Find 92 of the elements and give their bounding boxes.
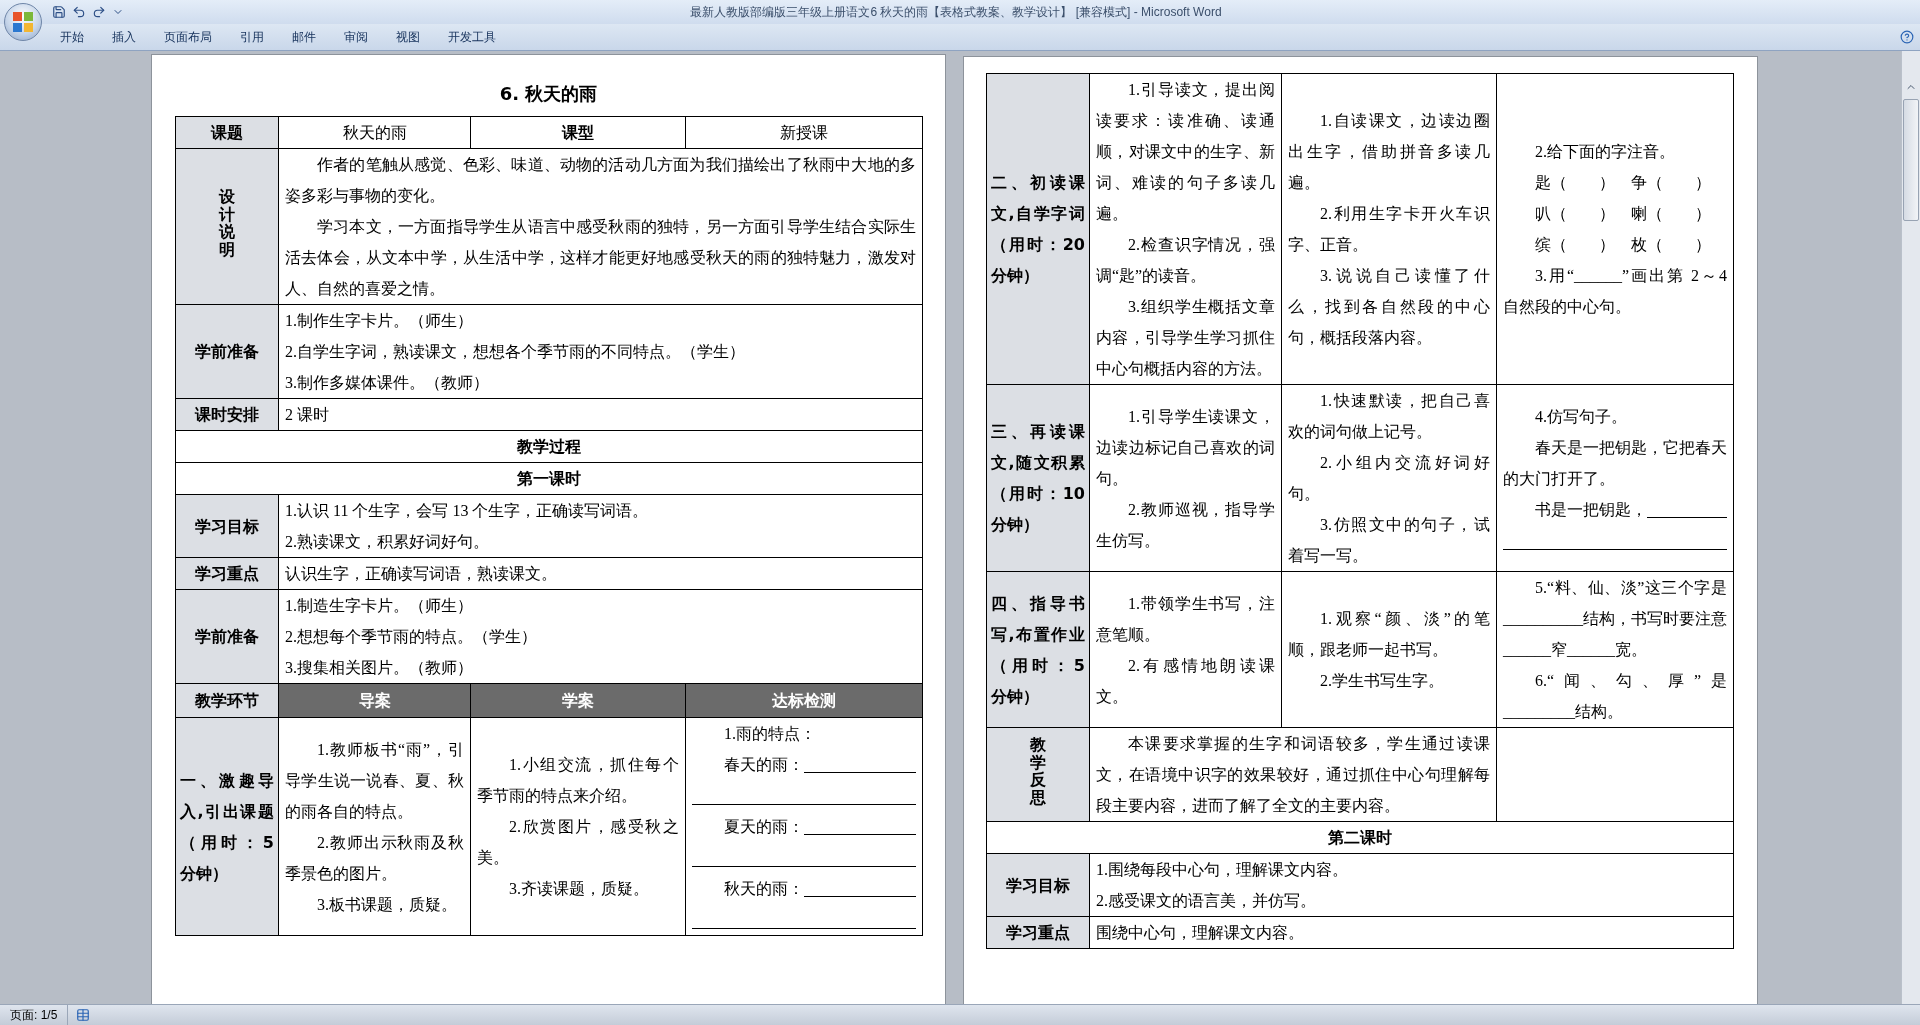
- cell-text: 叭（ ） 喇（ ）: [1534, 204, 1712, 224]
- cell-text: 作者的笔触从感觉、色彩、味道、动物的活动几方面为我们描绘出了秋雨中大地的多姿多彩与事物的变化。: [285, 155, 916, 206]
- section-heading: 第二课时: [986, 821, 1734, 854]
- cell-text: 2.熟读课文，积累好词好句。: [285, 532, 490, 552]
- row-label: 学前准备: [175, 304, 279, 399]
- cell-text: 春天的雨：: [724, 755, 804, 775]
- cell-text: 1.制作生字卡片。（师生）: [285, 311, 474, 331]
- cell-text: 2 课时: [285, 405, 330, 425]
- cell-text: 3.搜集相关图片。（教师）: [285, 658, 474, 678]
- cell-text: 5.“料、仙、淡”这三个字是__________结构，书写时要注意______窄______宽。: [1503, 578, 1727, 660]
- row-label: 学习重点: [175, 557, 279, 590]
- row-label: 设计说明: [175, 148, 279, 305]
- cell-text: 3.齐读课题，质疑。: [508, 879, 650, 899]
- undo-icon[interactable]: [72, 5, 86, 19]
- column-header: 学案: [470, 683, 686, 718]
- cell-text: 1.引导读文，提出阅读要求：读准确、读通顺，对课文中的生字、新词、难读的句子多读几遍。: [1096, 80, 1275, 224]
- cell-text: 学习本文，一方面指导学生从语言中感受秋雨的独特，另一方面引导学生结合实际生活去体会，从文本中学，从生活中学，这样才能更好地感受秋天的雨的独特魅力，激发对人、自然的喜爱之情。: [285, 217, 916, 299]
- cell-text: 1.雨的特点：: [723, 724, 817, 744]
- cell-text: 2.教师巡视，指导学生仿写。: [1096, 499, 1275, 551]
- window-title: 最新人教版部编版三年级上册语文6 秋天的雨【表格式教案、教学设计】 [兼容模式] - Microsoft Word: [689, 3, 1223, 21]
- row-label: 学前准备: [175, 589, 279, 684]
- cell-text: 1.快速默读，把自己喜欢的词句做上记号。: [1288, 391, 1490, 442]
- ribbon-tab[interactable]: 开发工具: [434, 26, 510, 48]
- cell-text: 2.想想每个季节雨的特点。（学生）: [285, 627, 538, 647]
- office-logo-icon: [12, 11, 34, 33]
- cell-text: 2.小组内交流好词好句。: [1288, 453, 1490, 504]
- section-heading: 第一课时: [175, 462, 923, 495]
- cell-text: 2.感受课文的语言美，并仿写。: [1096, 891, 1317, 911]
- cell-text: 匙（ ） 争（ ）: [1534, 173, 1712, 193]
- ribbon-tab[interactable]: 插入: [98, 26, 150, 48]
- cell-text: 本课要求掌握的生字和词语较多，学生通过读课文，在语境中识字的效果较好，通过抓住中心句理解每段主要内容，进而了解了全文的主要内容。: [1096, 734, 1490, 816]
- cell-text: 缤（ ） 枚（ ）: [1534, 235, 1712, 255]
- table-cell: 新授课: [685, 116, 923, 149]
- cell-text: 2.教师出示秋雨及秋季景色的图片。: [285, 832, 464, 884]
- cell-text: 3.制作多媒体课件。（教师）: [285, 373, 490, 393]
- ribbon-tab[interactable]: 页面布局: [150, 26, 226, 48]
- cell-text: 1.围绕每段中心句，理解课文内容。: [1096, 860, 1349, 880]
- cell-text: 春天是一把钥匙，它把春天的大门打开了。: [1503, 437, 1727, 489]
- cell-text: 1.教师板书“雨”，引导学生说一说春、夏、秋的雨各自的特点。: [285, 739, 464, 822]
- cell-text: 3.组织学生概括文章内容，引导学生学习抓住中心句概括内容的方法。: [1096, 297, 1275, 379]
- row-label: 二、初读课文,自学字词（用时：20 分钟）: [986, 73, 1090, 385]
- row-label: 教学反思: [986, 727, 1090, 822]
- ribbon-tab[interactable]: 邮件: [278, 26, 330, 48]
- document-title: 6. 秋天的雨: [499, 83, 598, 104]
- cell-text: 1.认识 11 个生字，会写 13 个生字，正确读写词语。: [285, 501, 650, 521]
- cell-text: 3.说说自己读懂了什么，找到各自然段的中心句，概括段落内容。: [1288, 266, 1490, 348]
- row-label: 课时安排: [175, 398, 279, 431]
- cell-text: 2.自学生字词，熟读课文，想想各个季节雨的不同特点。（学生）: [285, 342, 746, 362]
- cell-text: 围绕中心句，理解课文内容。: [1096, 923, 1305, 943]
- section-heading: 教学过程: [175, 430, 923, 463]
- ribbon-tab[interactable]: 引用: [226, 26, 278, 48]
- row-label: 三、再读课文,随文积累（用时：10 分钟）: [986, 384, 1090, 572]
- table-header-cell: 课型: [470, 116, 686, 149]
- row-label: 四、指导书写,布置作业（用时：5 分钟）: [986, 571, 1090, 728]
- cell-text: 1.引导学生读课文，边读边标记自己喜欢的词句。: [1096, 406, 1275, 489]
- cell-text: 2.学生书写生字。: [1319, 671, 1445, 691]
- cell-text: 1.制造生字卡片。（师生）: [285, 596, 474, 616]
- ribbon-tab[interactable]: 审阅: [330, 26, 382, 48]
- cell-text: 2.欣赏图片，感受秋之美。: [477, 817, 679, 868]
- redo-icon[interactable]: [92, 5, 106, 19]
- cell-text: 2.利用生字卡开火车识字、正音。: [1288, 204, 1490, 255]
- row-label: 教学环节: [175, 683, 279, 718]
- cell-text: 认识生字，正确读写词语，熟读课文。: [285, 564, 558, 584]
- ribbon-tab[interactable]: 开始: [46, 26, 98, 48]
- row-label: 学习重点: [986, 916, 1090, 949]
- cell-text: 3.仿照文中的句子，试着写一写。: [1288, 515, 1490, 566]
- cell-text: 书是一把钥匙，: [1535, 499, 1647, 520]
- scroll-thumb[interactable]: [1903, 99, 1919, 221]
- row-label: 学习目标: [175, 494, 279, 558]
- cell-text: 2.检查识字情况，强调“匙”的读音。: [1096, 235, 1275, 286]
- row-label: 一、激趣导入,引出课题（用时：5 分钟）: [175, 717, 279, 936]
- cell-text: 2.给下面的字注音。: [1534, 142, 1676, 162]
- cell-text: 1.小组交流，抓住每个季节雨的特点来介绍。: [477, 755, 679, 806]
- ribbon-tab[interactable]: 视图: [382, 26, 434, 48]
- table-cell: 秋天的雨: [278, 116, 471, 149]
- cell-text: 秋天的雨：: [724, 879, 804, 899]
- cell-text: 6.“闻、勾、厚”是_________结构。: [1503, 671, 1727, 722]
- column-header: 达标检测: [685, 683, 923, 718]
- cell-text: 3.板书课题，质疑。: [316, 894, 458, 915]
- column-header: 导案: [278, 683, 471, 718]
- cell-text: 3.用“______”画出第 2～4 自然段的中心句。: [1503, 266, 1727, 317]
- cell-text: 2.有感情地朗读课文。: [1096, 655, 1275, 707]
- row-label: 课题: [175, 116, 279, 149]
- cell-text: 1.自读课文，边读边圈出生字，借助拼音多读几遍。: [1288, 111, 1490, 193]
- cell-text: 4.仿写句子。: [1534, 406, 1628, 427]
- save-icon[interactable]: [52, 5, 66, 19]
- cell-text: 1.观察“颜、淡”的笔顺，跟老师一起书写。: [1288, 609, 1490, 660]
- row-label: 学习目标: [986, 853, 1090, 917]
- page-count: 页面: 1/5: [0, 1005, 69, 1025]
- cell-text: 1.带领学生书写，注意笔顺。: [1096, 593, 1275, 645]
- cell-text: 夏天的雨：: [724, 817, 804, 837]
- help-icon[interactable]: [1900, 30, 1914, 44]
